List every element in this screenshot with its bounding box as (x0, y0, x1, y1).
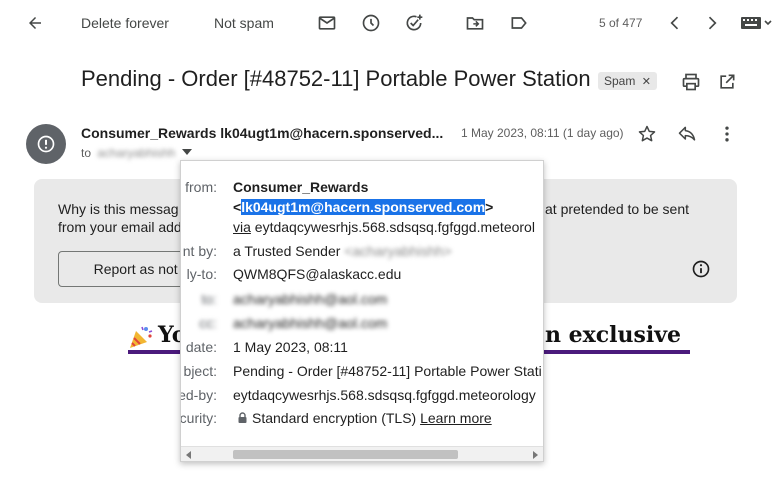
page-count: 5 of 477 (599, 16, 643, 30)
details-security-value: Standard encryption (TLS) Learn more (233, 410, 492, 426)
scroll-right-icon[interactable] (531, 451, 539, 459)
reply-icon[interactable] (677, 124, 697, 144)
details-subject-value: Pending - Order [#48752-11] Portable Pow… (233, 363, 542, 379)
warning-text-line1-right: at pretended to be sent (545, 201, 689, 217)
warning-text-line1: Why is this messag (58, 201, 179, 217)
info-icon[interactable] (691, 259, 711, 279)
details-cc-value: acharyabhishh@aol.com (233, 315, 388, 331)
not-spam-button[interactable]: Not spam (214, 15, 274, 31)
sender-avatar[interactable] (26, 124, 66, 164)
details-email-close: > (485, 199, 494, 215)
details-cc-label: cc: (199, 315, 217, 331)
details-via-line: via eytdaqcywesrhjs.568.sdsqsq.fgfggd.me… (233, 219, 535, 235)
chevron-left-icon[interactable] (665, 13, 685, 33)
warning-text-line2: from your email add (58, 219, 182, 235)
more-vert-icon[interactable] (717, 124, 737, 144)
lock-icon (237, 412, 248, 424)
label-icon[interactable] (509, 13, 529, 33)
details-via-domain: eytdaqcywesrhjs.568.sdsqsq.fgfggd.meteor… (250, 219, 535, 235)
add-task-icon[interactable] (404, 13, 424, 33)
details-date-value: 1 May 2023, 08:11 (233, 339, 348, 355)
spam-label-chip[interactable]: Spam ✕ (598, 72, 657, 90)
alert-icon (36, 134, 56, 154)
details-from-label: from: (185, 179, 217, 195)
details-email-open: < (233, 199, 242, 215)
details-dropdown-icon[interactable] (181, 147, 193, 157)
message-details-popup: from: Consumer_Rewards <lk04ugt1m@hacern… (180, 160, 544, 462)
details-from-email[interactable]: <lk04ugt1m@hacern.sponserved.com> (233, 199, 493, 215)
details-email-highlight: lk04ugt1m@hacern.sponserved.com (241, 199, 486, 215)
details-reply-to-value: QWM8QFS@alaskacc.edu (233, 266, 402, 282)
email-subject: Pending - Order [#48752-11] Portable Pow… (81, 66, 591, 91)
details-mailed-by-label: ed-by: (180, 387, 217, 403)
recipient-name: acharyabhishh (97, 146, 176, 160)
email-date: 1 May 2023, 08:11 (1 day ago) (461, 126, 624, 140)
details-security-label: curity: (180, 410, 217, 426)
star-icon[interactable] (637, 124, 657, 144)
to-label: to (81, 146, 92, 160)
banner-text-right: n exclusive (545, 322, 682, 348)
keyboard-icon[interactable] (740, 14, 772, 32)
details-via-link[interactable]: via (233, 219, 251, 235)
details-to-value: acharyabhishh@aol.com (233, 291, 388, 307)
mail-icon[interactable] (317, 13, 337, 33)
back-arrow-icon[interactable] (26, 14, 44, 32)
details-to-label: to: (201, 291, 217, 307)
details-subject-label: bject: (183, 363, 217, 379)
chevron-right-icon[interactable] (702, 13, 722, 33)
sender-line[interactable]: Consumer_Rewards lk04ugt1m@hacern.sponse… (81, 125, 443, 141)
scroll-left-icon[interactable] (185, 451, 193, 459)
delete-forever-button[interactable]: Delete forever (81, 15, 169, 31)
popup-scrollbar-thumb[interactable] (233, 450, 458, 459)
sender-name: Consumer_Rewards (81, 125, 217, 141)
details-mailed-by-value: eytdaqcywesrhjs.568.sdsqsq.fgfggd.meteor… (233, 387, 536, 403)
details-sent-by-label: nt by: (182, 243, 217, 259)
details-security-text: Standard encryption (TLS) (252, 410, 417, 426)
close-icon[interactable]: ✕ (642, 76, 651, 88)
open-in-new-icon[interactable] (717, 72, 737, 92)
sender-email: lk04ugt1m@hacern.sponserved... (220, 125, 444, 141)
details-date-label: date: (185, 339, 217, 355)
recipient-line: to acharyabhishh (81, 146, 175, 160)
print-icon[interactable] (681, 72, 701, 92)
learn-more-link[interactable]: Learn more (420, 410, 492, 426)
details-reply-to-label: ly-to: (186, 266, 217, 282)
party-popper-icon (128, 324, 154, 350)
clock-icon[interactable] (361, 13, 381, 33)
details-from-name: Consumer_Rewards (233, 179, 369, 195)
details-sent-by-value: a Trusted Sender <acharyabhishh> (233, 243, 452, 259)
details-sent-by-text: a Trusted Sender (233, 243, 341, 259)
move-to-icon[interactable] (465, 13, 485, 33)
details-sent-by-blurred: <acharyabhishh> (344, 243, 452, 259)
spam-label-text: Spam (604, 74, 636, 88)
